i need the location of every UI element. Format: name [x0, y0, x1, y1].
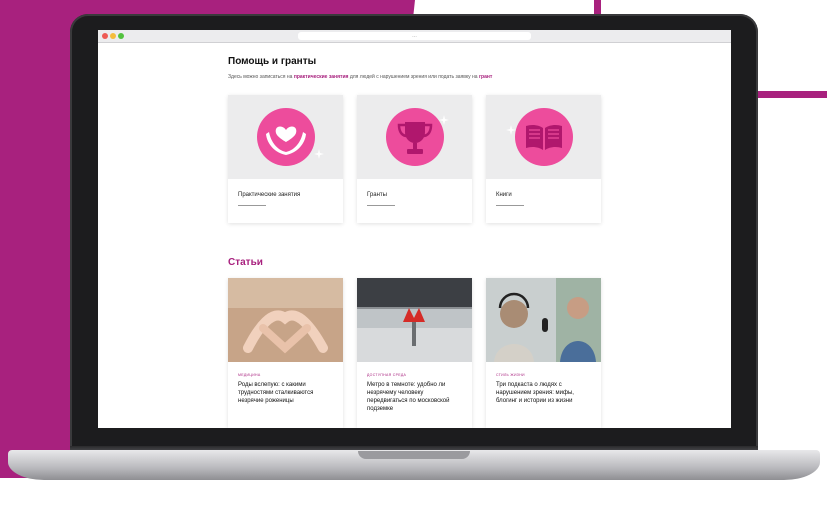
article-image-podcast: [486, 278, 601, 362]
article-title: Метро в темноте: удобно ли незрячему чел…: [367, 382, 450, 412]
help-title: Помощь и гранты: [228, 56, 317, 67]
card-books[interactable]: Книги: [486, 95, 601, 223]
card-practice[interactable]: Практические занятия: [228, 95, 343, 223]
article-image-hands: [228, 278, 343, 362]
practice-link[interactable]: практические занятия: [294, 74, 349, 80]
article-title: Роды вслепую: с какими трудностями сталк…: [238, 382, 314, 404]
article-category: Стиль жизни: [496, 373, 525, 377]
article-category: Доступная среда: [367, 373, 407, 377]
help-description: Здесь можно записаться на практические з…: [228, 74, 492, 80]
card-underline: [238, 205, 266, 206]
book-icon: [515, 108, 573, 166]
card-grants[interactable]: Гранты: [357, 95, 472, 223]
trophy-icon: [386, 108, 444, 166]
help-desc-text: Здесь можно записаться на: [228, 74, 294, 80]
page-content: Помощь и гранты Здесь можно записаться н…: [98, 43, 731, 428]
address-bar[interactable]: …: [298, 32, 531, 40]
card-underline: [496, 205, 524, 206]
card-image: [357, 95, 472, 179]
articles-title: Статьи: [228, 257, 263, 268]
maximize-window-icon[interactable]: [118, 33, 124, 39]
card-underline: [367, 205, 395, 206]
card-label: Книги: [496, 192, 512, 198]
minimize-window-icon[interactable]: [110, 33, 116, 39]
sparkle-icon: [506, 125, 516, 135]
sparkle-icon: [439, 115, 449, 125]
card-label: Практические занятия: [238, 192, 301, 198]
card-image: [228, 95, 343, 179]
heart-hands-icon: [257, 108, 315, 166]
background-bottom: [0, 478, 827, 514]
article-image-metro: [357, 278, 472, 362]
laptop-notch: [358, 451, 470, 459]
article-card[interactable]: Доступная среда Метро в темноте: удобно …: [357, 278, 472, 428]
browser-bar: …: [98, 30, 731, 43]
card-label: Гранты: [367, 192, 387, 198]
article-card[interactable]: Медицина Роды вслепую: с какими трудност…: [228, 278, 343, 428]
laptop-screen: … Помощь и гранты Здесь можно записаться…: [98, 30, 731, 428]
article-title: Три подкаста о людях с нарушением зрения…: [496, 382, 574, 404]
help-desc-text-2: для людей с нарушением зрения или подать…: [348, 74, 479, 80]
grant-link[interactable]: грант: [479, 74, 492, 80]
card-image: [486, 95, 601, 179]
article-card[interactable]: Стиль жизни Три подкаста о людях с наруш…: [486, 278, 601, 428]
sparkle-icon: [314, 149, 324, 159]
article-category: Медицина: [238, 373, 261, 377]
close-window-icon[interactable]: [102, 33, 108, 39]
